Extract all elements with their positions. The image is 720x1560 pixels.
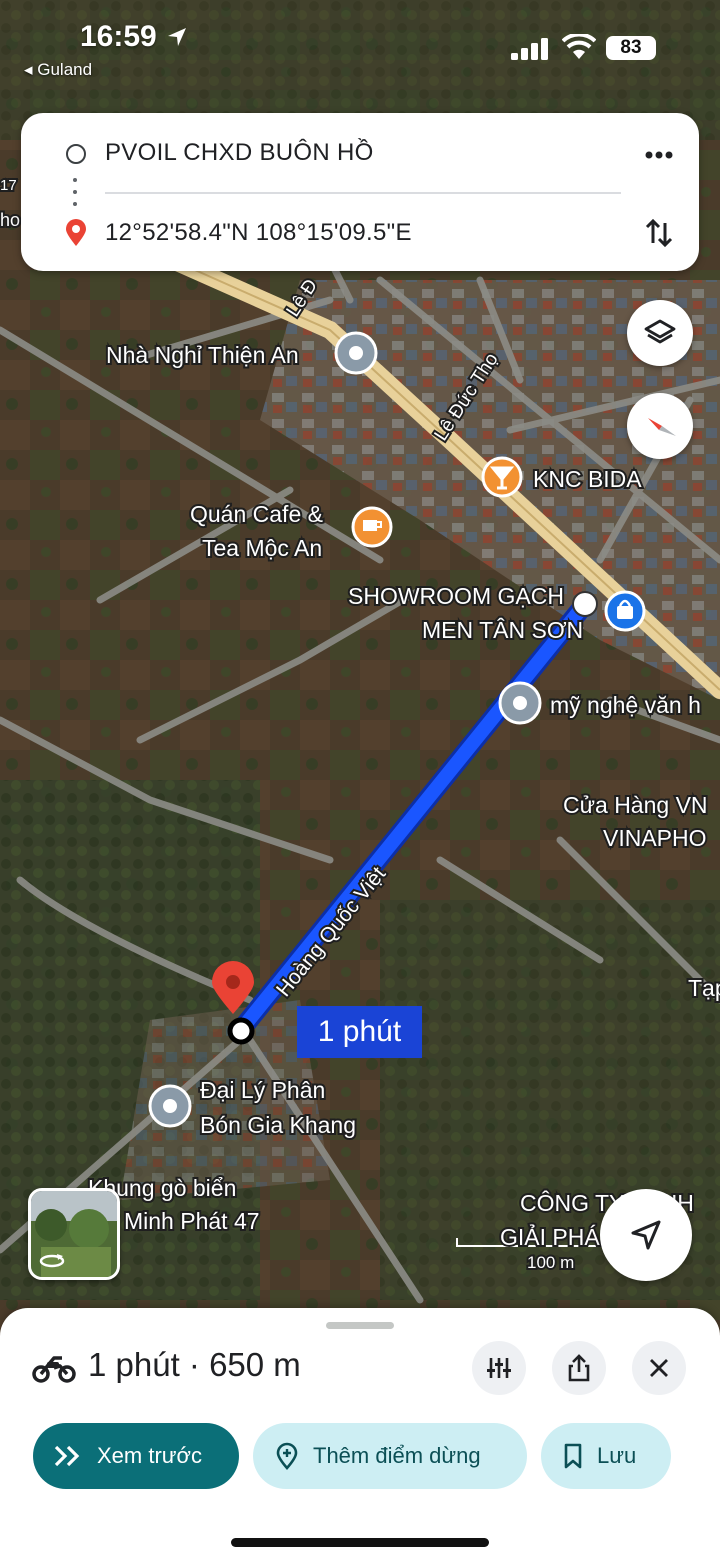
place-label: 17 [0,177,17,194]
shopping-icon [604,590,646,632]
share-icon [568,1354,590,1382]
place-label[interactable]: KNC BIDA [531,464,644,494]
poi-icon [148,1084,192,1128]
compass-icon [648,418,676,436]
route-options-button[interactable] [472,1341,526,1395]
close-button[interactable] [632,1341,686,1395]
place-label[interactable]: Bón Gia Khang [198,1110,358,1140]
place-label[interactable]: Tea Mộc An [200,533,324,563]
eta-badge[interactable]: 1 phút [297,1006,422,1058]
add-stop-button[interactable]: Thêm điểm dừng [253,1423,527,1489]
save-button[interactable]: Lưu [541,1423,671,1489]
directions-sheet: 1 phút · 650 m Xem trước Thêm điểm dừng [0,1308,720,1560]
status-bar: 16:59 ◂ Guland 83 [0,0,720,90]
add-stop-label: Thêm điểm dừng [313,1443,481,1468]
bookmark-icon [564,1443,582,1469]
motorcycle-icon [32,1356,76,1383]
bar-icon [481,456,523,498]
rotate-360-icon [39,1254,65,1268]
back-to-app-link[interactable]: ◂ Guland [24,60,92,80]
poi-icon [334,331,378,375]
battery-indicator: 83 [606,36,656,60]
route-connector-icon [73,178,77,208]
place-label[interactable]: Nhà Nghỉ Thiện An [104,340,301,370]
trip-summary: 1 phút · 650 m [88,1346,301,1383]
swap-vert-icon[interactable] [639,213,679,253]
save-label: Lưu [597,1443,637,1468]
place-label[interactable]: Cửa Hàng VN [561,790,710,820]
place-label[interactable]: Quán Cafe & [188,499,325,529]
location-arrow-icon [168,28,186,46]
compass-button[interactable] [627,393,693,459]
poi-icon [498,681,542,725]
layers-button[interactable] [627,300,693,366]
scale-label: 100 m [527,1253,574,1272]
place-label[interactable]: Tạp [686,973,720,1003]
place-label[interactable]: Đại Lý Phân [198,1075,327,1105]
origin-dot-icon [66,144,86,164]
preview-label: Xem trước [97,1443,202,1468]
route-card: PVOIL CHXD BUÔN HỒ 12°52'58.4"N 108°15'0… [21,113,699,271]
share-button[interactable] [552,1341,606,1395]
wifi-icon [562,34,596,59]
home-indicator[interactable] [231,1538,489,1547]
destination-marker-icon [66,219,86,246]
origin-field[interactable]: PVOIL CHXD BUÔN HỒ [105,139,374,167]
double-chevron-icon [54,1445,80,1467]
navigation-arrow-icon [631,1220,661,1250]
locate-button[interactable] [600,1189,692,1281]
place-label[interactable]: SHOWROOM GẠCH [346,581,566,611]
more-horiz-icon[interactable] [639,135,679,175]
cellular-signal-icon [511,38,548,60]
divider [105,192,621,194]
close-icon [650,1359,668,1377]
street-view-thumbnail[interactable] [28,1188,120,1280]
layers-icon [644,319,676,344]
destination-field[interactable]: 12°52'58.4"N 108°15'09.5"E [105,219,412,247]
place-label: ho [0,210,20,230]
sheet-handle[interactable] [326,1322,394,1329]
place-label[interactable]: VINAPHO [601,823,709,853]
place-label[interactable]: mỹ nghệ văn h [548,690,703,720]
tune-icon [487,1358,511,1378]
preview-button[interactable]: Xem trước [33,1423,239,1489]
place-label[interactable]: Minh Phát 47 [122,1206,262,1236]
clock: 16:59 [80,20,157,53]
place-label[interactable]: MEN TÂN SƠN [420,615,585,645]
add-location-icon [276,1442,298,1470]
cafe-icon [351,506,393,548]
